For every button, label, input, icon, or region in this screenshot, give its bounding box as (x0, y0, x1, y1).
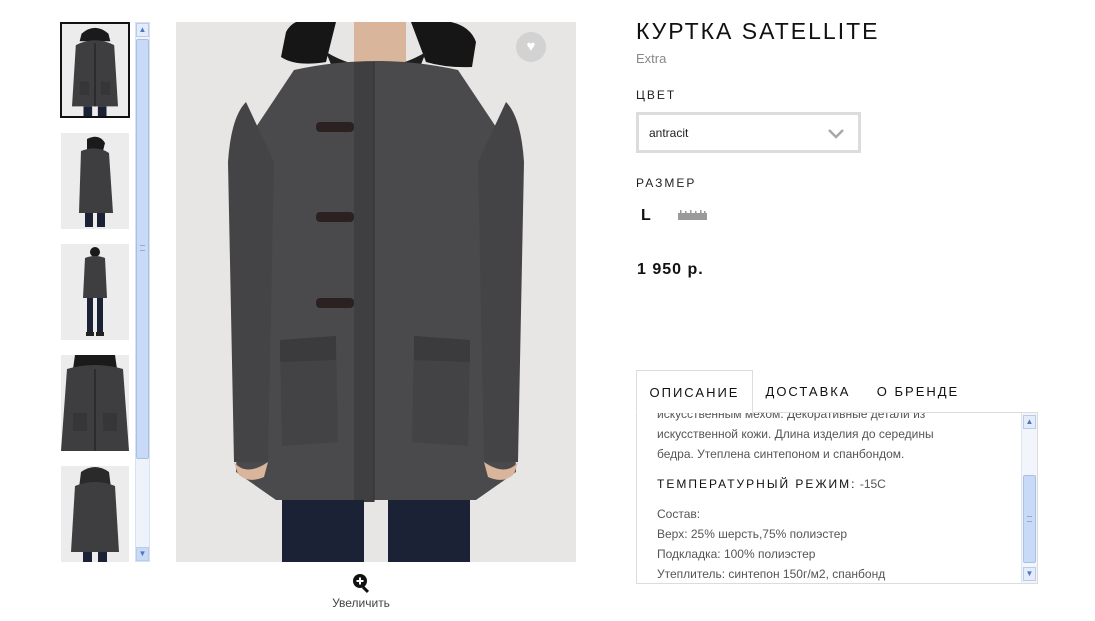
grip-icon (1027, 516, 1032, 522)
jacket-thumbnail-image (61, 466, 129, 562)
temperature-row: ТЕМПЕРАТУРНЫЙ РЕЖИМ: -15С (657, 474, 1017, 494)
ruler-icon[interactable] (678, 208, 708, 222)
description-text: искусственным мехом. Декоративные детали… (657, 412, 1017, 583)
thumbnail-close-front[interactable] (61, 355, 129, 451)
jacket-thumbnail-image (62, 24, 128, 116)
scrollbar-thumb[interactable] (1023, 475, 1036, 563)
thumbnail-scrollbar[interactable]: ▲ ▼ (135, 22, 150, 562)
description-line: искусственной кожи. Длина изделия до сер… (657, 427, 934, 441)
description-line: искусственным мехом. Декоративные детали… (657, 412, 926, 421)
zoom-label: Увеличить (332, 596, 390, 610)
composition-top: Верх: 25% шерсть,75% полиэстер (657, 527, 848, 541)
jacket-photo (176, 22, 576, 562)
color-label: ЦВЕТ (636, 88, 677, 102)
tab-about-brand[interactable]: О БРЕНДЕ (870, 370, 966, 413)
jacket-thumbnail-image (61, 355, 129, 451)
size-label: РАЗМЕР (636, 176, 697, 190)
temperature-label: ТЕМПЕРАТУРНЫЙ РЕЖИМ: (657, 477, 857, 491)
thumbnail-front-hood[interactable] (60, 22, 130, 118)
composition-insulation: Утеплитель: синтепон 150г/м2, спанбонд (657, 567, 886, 581)
composition-lining: Подкладка: 100% полиэстер (657, 547, 816, 561)
heart-icon[interactable]: ♥ (516, 32, 546, 62)
jacket-thumbnail-image (61, 244, 129, 340)
chevron-down-icon (828, 129, 844, 139)
jacket-thumbnail-image (61, 133, 129, 229)
zoom-in-icon (353, 574, 370, 594)
scrollbar-thumb[interactable] (136, 39, 149, 459)
product-brand[interactable]: Extra (636, 51, 666, 66)
composition-block: Состав: Верх: 25% шерсть,75% полиэстер П… (657, 504, 1017, 583)
arrow-down-icon[interactable]: ▼ (1023, 567, 1036, 581)
thumbnail-strip (60, 22, 132, 562)
description-panel: искусственным мехом. Декоративные детали… (636, 412, 1038, 584)
composition-title: Состав: (657, 507, 701, 521)
tab-delivery[interactable]: ДОСТАВКА (758, 370, 858, 413)
thumbnail-side[interactable] (61, 133, 129, 229)
size-option[interactable]: L (641, 207, 651, 225)
product-title: КУРТКА SATELLITE (636, 18, 880, 44)
tab-description[interactable]: ОПИСАНИЕ (636, 370, 753, 413)
color-select-value: antracit (649, 126, 689, 140)
color-select[interactable]: antracit (636, 112, 861, 153)
grip-icon (140, 245, 145, 251)
thumbnail-full-front[interactable] (61, 244, 129, 340)
main-product-image[interactable]: ♥ (176, 22, 576, 562)
product-price: 1 950 р. (637, 261, 704, 278)
description-scrollbar[interactable]: ▲ ▼ (1021, 413, 1037, 583)
arrow-up-icon[interactable]: ▲ (136, 23, 149, 37)
temperature-value: -15С (859, 477, 886, 491)
thumbnail-back[interactable] (61, 466, 129, 562)
arrow-up-icon[interactable]: ▲ (1023, 415, 1036, 429)
zoom-button[interactable]: Увеличить (325, 572, 397, 610)
arrow-down-icon[interactable]: ▼ (136, 547, 149, 561)
description-line: бедра. Утеплена синтепоном и спанбондом. (657, 447, 905, 461)
